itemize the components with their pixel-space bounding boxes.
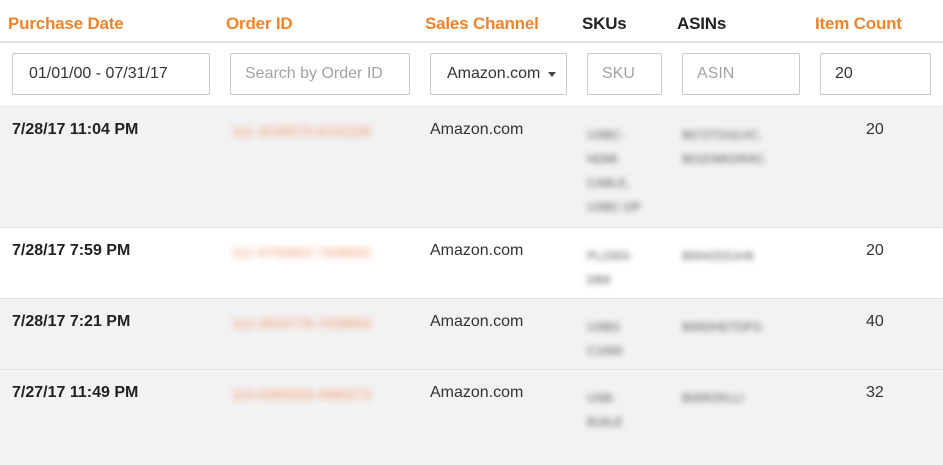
table-row[interactable]: 7/27/17 11:49 PM 113-0095563-4680272 Ama… [0, 370, 943, 465]
order-id-link[interactable]: 112-3504779-7938650 [232, 316, 372, 331]
purchase-date-cell: 7/28/17 11:04 PM [12, 121, 139, 138]
chevron-down-icon [548, 72, 556, 77]
asins-cell: B00DHDTDFG [682, 320, 763, 334]
sales-channel-select-value: Amazon.com [447, 65, 541, 82]
asins-cell: B00RZKLLI [682, 391, 745, 405]
sales-channel-cell: Amazon.com [430, 384, 524, 401]
table-row[interactable]: 7/28/17 7:21 PM 112-3504779-7938650 Amaz… [0, 299, 943, 370]
asins-cell: B072TGGLVC, B01EWKDRAC [682, 128, 765, 166]
skus-cell: PL2303- DB9 [587, 249, 633, 287]
column-header-item-count[interactable]: Item Count [815, 14, 902, 34]
order-id-link[interactable]: 111-3039570-9152228 [232, 124, 371, 139]
item-count-cell: 20 [866, 242, 884, 259]
sku-filter-input[interactable] [587, 53, 662, 95]
column-header-skus: SKUs [582, 14, 627, 33]
column-header-order-id[interactable]: Order ID [226, 14, 293, 34]
column-header-purchase-date[interactable]: Purchase Date [8, 14, 124, 34]
purchase-date-cell: 7/28/17 7:21 PM [12, 313, 131, 330]
item-count-cell: 32 [866, 384, 884, 401]
asin-filter-input[interactable] [682, 53, 800, 95]
order-id-search-input[interactable] [230, 53, 410, 95]
item-count-cell: 40 [866, 313, 884, 330]
sales-channel-cell: Amazon.com [430, 242, 524, 259]
order-id-link[interactable]: 113-0095563-4680272 [232, 387, 372, 402]
skus-cell: USB- B16LE [587, 391, 624, 429]
sales-channel-cell: Amazon.com [430, 121, 524, 138]
purchase-date-cell: 7/28/17 7:59 PM [12, 242, 131, 259]
table-row[interactable]: 7/28/17 7:59 PM 111-6750902-7938650 Amaz… [0, 228, 943, 299]
skus-cell: USBC- HDMI CABLE, USBC-DP [587, 128, 642, 214]
order-id-link[interactable]: 111-6750902-7938650 [232, 245, 371, 260]
item-count-filter-input[interactable] [820, 53, 931, 95]
column-header-asins: ASINs [677, 14, 727, 33]
date-range-filter[interactable] [12, 53, 210, 95]
skus-cell: USB3- C1000 [587, 320, 623, 358]
sales-channel-cell: Amazon.com [430, 313, 524, 330]
asins-cell: B00425S1H8 [682, 249, 754, 263]
item-count-cell: 20 [866, 121, 884, 138]
table-row[interactable]: 7/28/17 11:04 PM 111-3039570-9152228 Ama… [0, 107, 943, 228]
sales-channel-select[interactable]: Amazon.com [430, 53, 567, 95]
column-header-sales-channel[interactable]: Sales Channel [425, 14, 539, 34]
purchase-date-cell: 7/27/17 11:49 PM [12, 384, 139, 401]
